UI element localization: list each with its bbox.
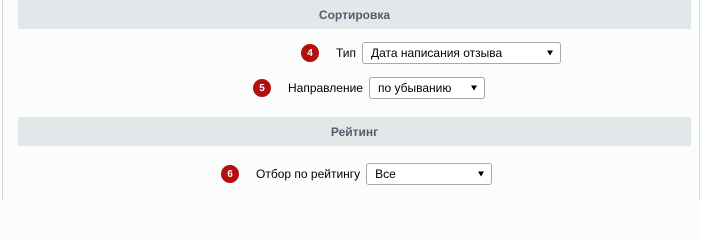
rating-filter-select[interactable]: Все (366, 163, 493, 185)
field-row-type: 4 Тип Дата написания отзыва (301, 41, 562, 65)
section-title-sorting: Сортировка (318, 7, 391, 22)
type-select[interactable]: Дата написания отзыва (362, 42, 562, 64)
step-badge-5: 5 (253, 79, 271, 97)
right-border (699, 0, 700, 200)
dropdown-arrow-icon (547, 50, 554, 56)
left-border (2, 0, 3, 200)
direction-label: Направление (288, 81, 363, 95)
field-row-rating-filter: 6 Отбор по рейтингу Все (221, 162, 493, 186)
step-badge-6: 6 (221, 165, 239, 183)
direction-select[interactable]: по убыванию (368, 77, 485, 99)
dropdown-arrow-icon (470, 85, 477, 91)
field-row-direction: 5 Направление по убыванию (253, 76, 485, 100)
type-select-value: Дата написания отзыва (371, 46, 503, 60)
step-badge-4: 4 (301, 44, 319, 62)
section-title-rating: Рейтинг (330, 124, 379, 139)
type-label: Тип (336, 46, 357, 60)
section-header-rating: Рейтинг (18, 117, 691, 146)
direction-select-value: по убыванию (377, 81, 452, 95)
dropdown-arrow-icon (478, 171, 485, 177)
rating-filter-select-value: Все (375, 167, 396, 181)
rating-filter-label: Отбор по рейтингу (256, 167, 361, 181)
section-header-sorting: Сортировка (18, 0, 691, 29)
settings-panel: Сортировка 4 Тип Дата написания отзыва 5… (0, 0, 702, 200)
